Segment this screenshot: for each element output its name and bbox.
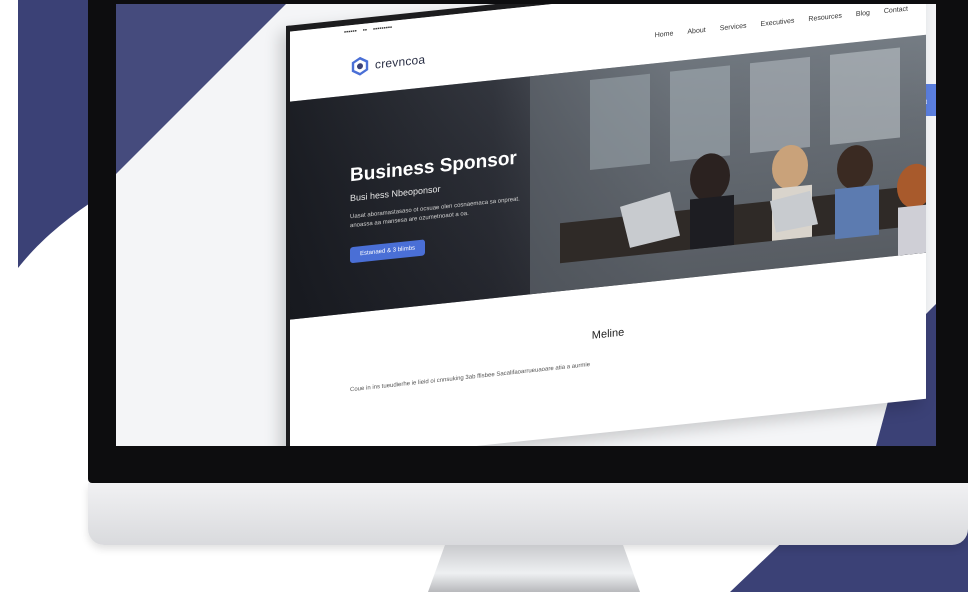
top-strip-item: ▪▪▪▪▪▪▪▪▪ [373,24,393,33]
nav-item-about[interactable]: About [687,26,705,35]
logo-mark-icon [351,56,369,76]
nav-item-home[interactable]: Home [655,30,674,39]
nav-item-services[interactable]: Services [720,22,747,32]
logo-text: crevncoa [375,52,426,72]
monitor-stand [428,545,640,592]
monitor-screen: ↻ ⌂ ▪▪▪▪▪▪ ▪▪ ▪▪▪▪▪▪▪▪▪ crevncoa Home Ab… [116,4,936,446]
site-logo[interactable]: crevncoa [350,49,425,77]
website-page: ▪▪▪▪▪▪ ▪▪ ▪▪▪▪▪▪▪▪▪ crevncoa Home About … [286,4,926,446]
monitor-chin [88,483,968,545]
nav-item-blog[interactable]: Blog [856,9,870,17]
main-nav: Home About Services Executives Resources… [655,5,908,39]
top-strip-item: ▪▪ [362,27,368,34]
top-strip-item: ▪▪▪▪▪▪ [344,28,357,36]
nav-item-resources[interactable]: Resources [808,12,841,23]
nav-item-executives[interactable]: Executives [761,17,795,28]
nav-item-contact[interactable]: Contact [884,5,908,15]
